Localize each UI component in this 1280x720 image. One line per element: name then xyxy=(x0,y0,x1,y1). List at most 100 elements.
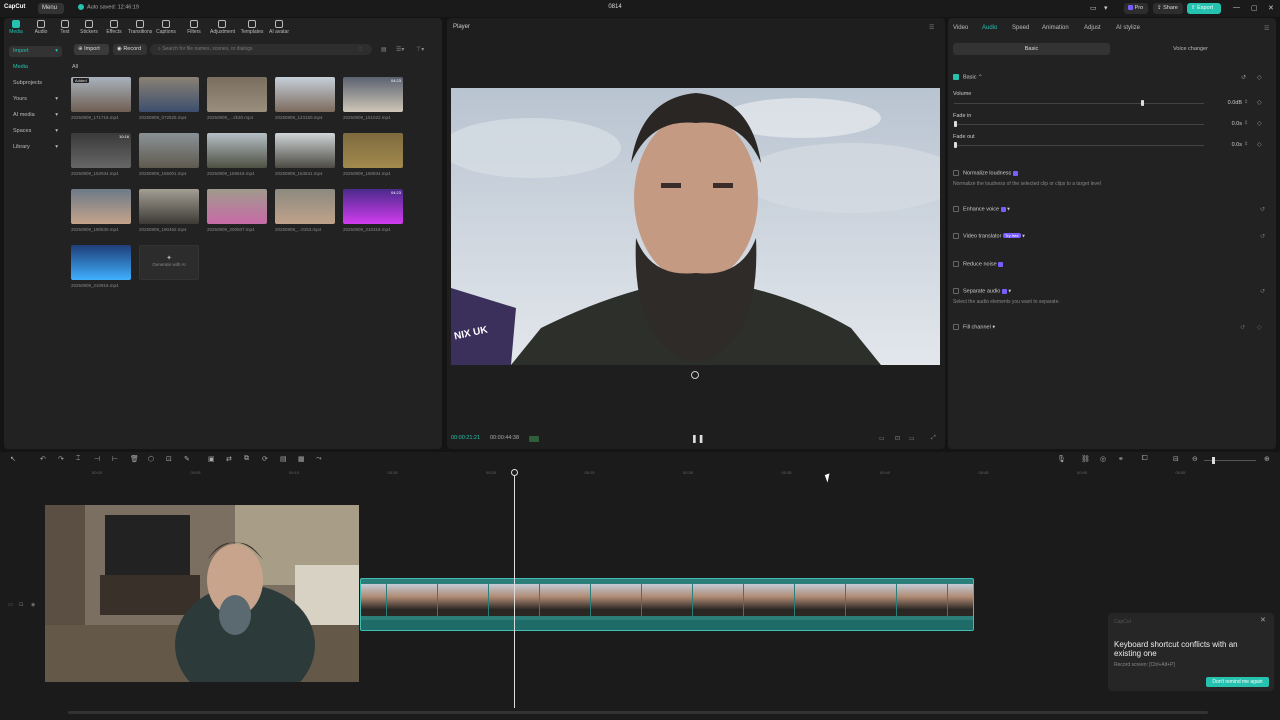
split-right-icon[interactable]: ⊢ xyxy=(112,455,118,463)
preview-quality-icon[interactable]: ▭ xyxy=(879,435,885,442)
sort-icon[interactable]: ☰▾ xyxy=(396,46,404,53)
media-thumbnail[interactable]: 04:23 xyxy=(343,189,403,224)
media-thumbnail[interactable] xyxy=(275,189,335,224)
inspector-tab-speed[interactable]: Speed xyxy=(1012,25,1029,31)
layout-menu-icon[interactable]: ▾ xyxy=(1104,4,1108,12)
fadeout-keyframe-icon[interactable]: ◇ xyxy=(1257,141,1262,148)
volume-keyframe-icon[interactable]: ◇ xyxy=(1257,99,1262,106)
inspector-tab-adjust[interactable]: Adjust xyxy=(1084,25,1101,31)
image-icon[interactable]: ▦ xyxy=(298,455,305,463)
minimize-icon[interactable]: — xyxy=(1233,4,1240,11)
mirror-icon[interactable]: ⧉ xyxy=(244,455,249,463)
subtab-voice-changer[interactable]: Voice changer xyxy=(1112,43,1269,55)
nav-item-ai-media[interactable]: AI media ▾ xyxy=(9,110,62,121)
separate-audio-row[interactable]: Separate audio ▾ xyxy=(953,288,1011,294)
subtab-basic[interactable]: Basic xyxy=(953,43,1110,55)
normalize-row[interactable]: Normalize loudness xyxy=(953,170,1018,176)
reset-icon[interactable]: ↺ xyxy=(1241,74,1246,81)
link-icon[interactable]: ⛓ xyxy=(1081,455,1090,463)
fadein-knob[interactable] xyxy=(954,121,957,127)
webcam-overlay[interactable] xyxy=(45,505,359,682)
volume-knob[interactable] xyxy=(1141,100,1144,106)
track-visibility-icon[interactable]: ◉ xyxy=(31,602,35,608)
tool-tab-media[interactable]: Media xyxy=(4,20,28,35)
fadeout-stepper-icon[interactable]: ⇳ xyxy=(1244,141,1248,147)
nav-item-library[interactable]: Library ▾ xyxy=(9,142,62,153)
fill-keyframe-icon[interactable]: ◇ xyxy=(1257,324,1262,331)
tool-tab-transitions[interactable]: Transitions xyxy=(128,20,152,35)
generate-ai-tile[interactable]: ✦ Generate with AI xyxy=(139,245,199,280)
media-thumbnail[interactable] xyxy=(139,189,199,224)
tool-tab-effects[interactable]: Effects xyxy=(102,20,126,35)
ratio-icon[interactable]: ▭ xyxy=(909,435,915,442)
zoom-slider[interactable] xyxy=(1204,457,1256,464)
media-thumbnail[interactable]: 04:23 xyxy=(343,77,403,112)
media-thumbnail[interactable]: Added xyxy=(71,77,131,112)
pro-button[interactable]: Pro xyxy=(1124,3,1148,14)
fit-screen-icon[interactable]: ⊡ xyxy=(895,435,900,442)
track-cover-icon[interactable]: ▭ xyxy=(8,602,13,608)
record-button[interactable]: ◉ Record xyxy=(113,44,147,55)
translator-reset-icon[interactable]: ↺ xyxy=(1260,233,1265,240)
filter-all[interactable]: All xyxy=(72,64,78,70)
fit-icon[interactable]: ⊟ xyxy=(1173,455,1179,463)
fill-checkbox[interactable] xyxy=(953,324,959,330)
magnet-icon[interactable]: ◎ xyxy=(1100,455,1106,463)
playhead[interactable] xyxy=(511,469,518,708)
fadeout-knob[interactable] xyxy=(954,142,957,148)
menu-button[interactable]: Menu xyxy=(38,3,64,14)
fadein-stepper-icon[interactable]: ⇳ xyxy=(1244,120,1248,126)
toast-close-icon[interactable]: ✕ xyxy=(1260,616,1266,624)
timeline-scrollbar[interactable] xyxy=(68,711,1208,714)
panel-menu-icon[interactable]: ☰ xyxy=(1264,25,1269,32)
fullscreen-icon[interactable]: ⤢ xyxy=(931,435,936,442)
import-button[interactable]: ⊕ Import xyxy=(74,44,109,55)
tool-tab-filters[interactable]: Filters xyxy=(182,20,206,35)
share-button[interactable]: ⇪ Share xyxy=(1153,3,1183,14)
inspector-tab-ai-stylize[interactable]: AI stylize xyxy=(1116,25,1140,31)
delete-icon[interactable]: 🗑 xyxy=(130,455,139,463)
fadeout-value[interactable]: 0.0s xyxy=(1210,142,1242,148)
adjust-icon[interactable] xyxy=(691,371,699,379)
inspector-tab-audio[interactable]: Audio xyxy=(982,25,997,31)
zoom-in-icon[interactable]: ⊕ xyxy=(1264,455,1270,463)
fadein-value[interactable]: 0.0s xyxy=(1210,121,1242,127)
tool-tab-adjustment[interactable]: Adjustment xyxy=(210,20,235,35)
reverse-icon[interactable]: ⇄ xyxy=(226,455,232,463)
filter-icon[interactable]: ⊤▾ xyxy=(416,46,424,53)
shield-icon[interactable]: ⬡ xyxy=(148,455,154,463)
select-tool-icon[interactable]: ↖ xyxy=(10,455,16,463)
tool-tab-stickers[interactable]: Stickers xyxy=(77,20,101,35)
volume-value[interactable]: 0.0dB xyxy=(1210,100,1242,106)
maximize-icon[interactable]: ▢ xyxy=(1251,4,1258,12)
fill-channel-row[interactable]: Fill channel ▾ xyxy=(953,324,995,330)
volume-stepper-icon[interactable]: ⇳ xyxy=(1244,99,1248,105)
freeze-icon[interactable]: ▣ xyxy=(208,455,215,463)
media-thumbnail[interactable] xyxy=(275,77,335,112)
enhance-voice-row[interactable]: Enhance voice ▾ xyxy=(953,206,1010,212)
reduce-noise-row[interactable]: Reduce noise xyxy=(953,261,1004,267)
media-thumbnail[interactable] xyxy=(207,189,267,224)
split-icon[interactable]: ⌶ xyxy=(76,455,80,463)
pause-icon[interactable]: ❚❚ xyxy=(691,434,704,443)
volume-slider[interactable] xyxy=(954,100,1204,106)
fadein-slider[interactable] xyxy=(954,121,1204,127)
close-icon[interactable]: ✕ xyxy=(1268,4,1274,12)
chain-icon[interactable]: ⚭ xyxy=(1118,455,1124,463)
nav-item-spaces[interactable]: Spaces ▾ xyxy=(9,126,62,137)
media-thumbnail[interactable] xyxy=(343,133,403,168)
media-thumbnail[interactable] xyxy=(275,133,335,168)
separate-checkbox[interactable] xyxy=(953,288,959,294)
layout-icon[interactable]: ▭ xyxy=(1090,4,1097,12)
ai-tool-icon[interactable]: ✎ xyxy=(184,455,190,463)
redo-icon[interactable]: ↷ xyxy=(58,455,64,463)
nav-item-import[interactable]: Import ▾ xyxy=(9,46,62,57)
video-translator-row[interactable]: Video translator Try free ▾ xyxy=(953,233,1025,239)
motion-icon[interactable]: ⤳ xyxy=(316,455,322,463)
nav-item-media[interactable]: Media xyxy=(9,62,62,73)
rotate-icon[interactable]: ⟳ xyxy=(262,455,268,463)
media-thumbnail[interactable]: 10:16 xyxy=(71,133,131,168)
dont-remind-button[interactable]: Don't remind me again xyxy=(1206,677,1269,687)
inspector-tab-animation[interactable]: Animation xyxy=(1042,25,1069,31)
crop-icon[interactable]: ⊡ xyxy=(166,455,172,463)
